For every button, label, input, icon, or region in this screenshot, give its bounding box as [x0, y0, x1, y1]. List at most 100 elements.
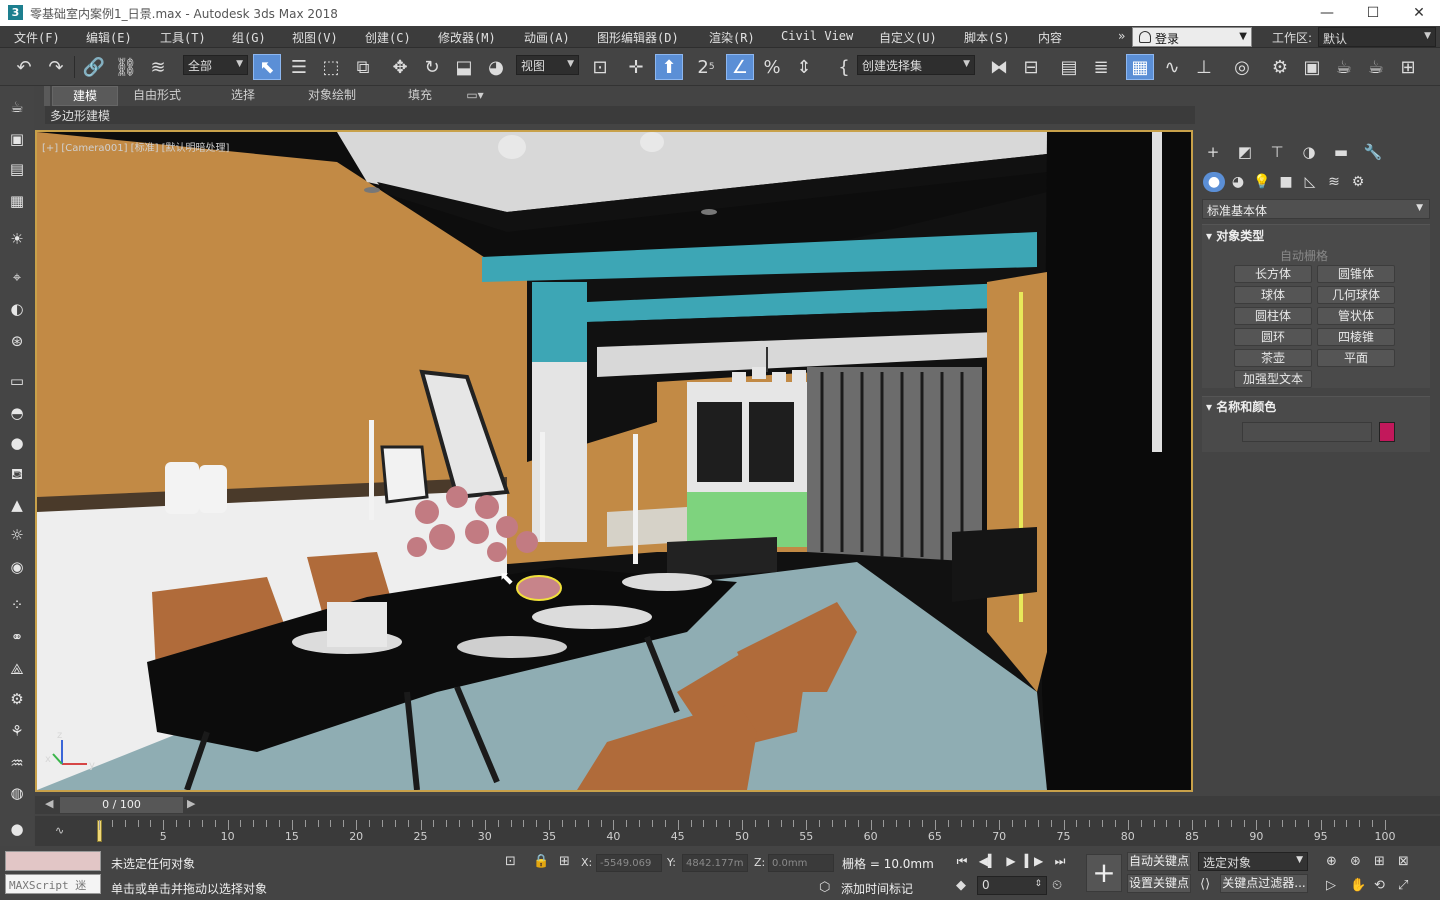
zoom-extents-icon[interactable]: ⊞	[1374, 854, 1385, 869]
mirror-icon[interactable]: ⧓	[985, 54, 1013, 80]
place-icon[interactable]: ◕	[482, 54, 510, 80]
sphere-icon[interactable]: ●	[6, 432, 28, 454]
time-slider-thumb[interactable]: 0 / 100	[60, 797, 183, 813]
align-icon[interactable]: ⊟	[1017, 54, 1045, 80]
menu-scripting[interactable]: 脚本(S)	[964, 29, 1010, 46]
login-dropdown[interactable]: 登录 ▼	[1132, 27, 1252, 47]
menu-modifiers[interactable]: 修改器(M)	[438, 29, 496, 46]
percent-snap-icon[interactable]: %	[758, 54, 786, 80]
maximize-viewport-icon[interactable]: ⤢	[1398, 878, 1408, 893]
material-editor-icon[interactable]: ◎	[1228, 54, 1256, 80]
render-frame-icon[interactable]: ▣	[6, 128, 28, 150]
menu-animation[interactable]: 动画(A)	[524, 29, 570, 46]
render-production-icon[interactable]: ☕	[1330, 54, 1358, 80]
autogrid-checkbox[interactable]: 自动栅格	[1280, 247, 1328, 264]
light-lister-icon[interactable]: ☀	[6, 228, 28, 250]
sphere-button[interactable]: 球体	[1234, 286, 1312, 304]
cameras-icon[interactable]: ■	[1275, 172, 1297, 192]
time-slider[interactable]: ◀ 0 / 100 ▶	[35, 796, 1440, 814]
add-time-tag-text[interactable]: 添加时间标记	[841, 880, 913, 897]
menu-graph-editors[interactable]: 图形编辑器(D)	[597, 29, 679, 46]
workspace-dropdown[interactable]: 默认 ▼	[1318, 27, 1436, 47]
object-name-input[interactable]	[1242, 422, 1372, 442]
zoom-all-icon[interactable]: ⊛	[1350, 854, 1361, 869]
box-button[interactable]: 长方体	[1234, 265, 1312, 283]
menu-overflow[interactable]: »	[1118, 29, 1125, 43]
plane-icon[interactable]: ▭	[6, 370, 28, 392]
hair-fur-icon[interactable]: ♒	[6, 752, 28, 774]
teapot-primitive-icon[interactable]: ⛾	[6, 464, 28, 486]
minimize-button[interactable]: —	[1304, 0, 1350, 26]
menu-group[interactable]: 组(G)	[232, 29, 266, 46]
plane-button[interactable]: 平面	[1317, 349, 1395, 367]
viewport-sphere-icon[interactable]: ●	[6, 818, 28, 840]
go-to-start-icon[interactable]: ⏮	[952, 854, 972, 870]
named-selection-dropdown[interactable]: 创建选择集 ▼	[857, 55, 975, 75]
helpers-icon[interactable]: ◺	[1299, 172, 1321, 192]
scene-explorer-icon[interactable]: ▤	[1055, 54, 1083, 80]
isolate-selection-icon[interactable]: ⊡	[505, 854, 516, 869]
bones-icon[interactable]: ⚭	[6, 626, 28, 648]
menu-edit[interactable]: 编辑(E)	[86, 29, 132, 46]
reel-icon[interactable]: ◐	[6, 298, 28, 320]
dome-icon[interactable]: ◓	[6, 402, 28, 424]
teapot-icon[interactable]: ☕	[6, 96, 28, 118]
tab-selection[interactable]: 选择	[212, 86, 274, 106]
go-to-end-icon[interactable]: ⏭	[1050, 854, 1070, 870]
time-configuration-icon[interactable]: ⏲	[1052, 878, 1062, 893]
tab-modeling[interactable]: 建模	[52, 86, 118, 106]
time-tag-icon[interactable]: ⬡	[819, 880, 830, 895]
render-iterative-icon[interactable]: ☕	[1362, 54, 1390, 80]
particles-icon[interactable]: ⁘	[6, 594, 28, 616]
geometry-icon[interactable]: ●	[1203, 172, 1225, 192]
menu-create[interactable]: 创建(C)	[365, 29, 411, 46]
hierarchy-tab-icon[interactable]: ⊤	[1266, 142, 1288, 162]
cylinder-button[interactable]: 圆柱体	[1234, 307, 1312, 325]
auto-key-button[interactable]: 自动关键点	[1127, 852, 1191, 871]
link-icon[interactable]: 🔗	[80, 54, 108, 80]
rollout-object-type-title[interactable]: ▾ 对象类型	[1206, 227, 1264, 244]
orbit-icon[interactable]: ⟲	[1374, 878, 1385, 893]
zoom-extents-all-icon[interactable]: ⊠	[1398, 854, 1409, 869]
tube-button[interactable]: 管状体	[1317, 307, 1395, 325]
ribbon-options-icon[interactable]: ▭▾	[460, 86, 490, 106]
film-icon[interactable]: ⊛	[6, 330, 28, 352]
maxscript-listener-output[interactable]	[5, 851, 101, 871]
key-mode-dropdown[interactable]: 选定对象 ▼	[1198, 852, 1308, 871]
utilities-tab-icon[interactable]: 🔧	[1362, 142, 1384, 162]
text-plus-button[interactable]: 加强型文本	[1234, 370, 1312, 388]
grass-icon[interactable]: ⚘	[6, 720, 28, 742]
render-in-cloud-icon[interactable]: ⊞	[1394, 54, 1422, 80]
set-key-button[interactable]: 设置关键点	[1127, 874, 1191, 893]
systems-icon[interactable]: ⚙	[1347, 172, 1369, 192]
space-warps-icon[interactable]: ≋	[1323, 172, 1345, 192]
rect-selection-icon[interactable]: ⬚	[317, 54, 345, 80]
toggle-ribbon-icon[interactable]: ▦	[1126, 54, 1154, 80]
bind-space-warp-icon[interactable]: ≋	[144, 54, 172, 80]
pivot-center-icon[interactable]: ⊡	[586, 54, 614, 80]
previous-frame-icon[interactable]: ◀▍	[978, 854, 998, 870]
tab-populate[interactable]: 填充	[392, 86, 448, 106]
menu-civil-view[interactable]: Civil View	[781, 29, 853, 43]
cone-icon[interactable]: ▲	[6, 494, 28, 516]
play-icon[interactable]: ▶	[1001, 854, 1021, 870]
window-crossing-icon[interactable]: ⧉	[349, 54, 377, 80]
pan-icon[interactable]: ✋	[1350, 878, 1366, 893]
field-of-view-icon[interactable]: ▷	[1326, 878, 1336, 893]
maxscript-listener-input[interactable]: MAXScript 迷	[5, 874, 101, 894]
geosphere-button[interactable]: 几何球体	[1317, 286, 1395, 304]
redo-icon[interactable]: ↷	[42, 54, 70, 80]
rollout-name-color-title[interactable]: ▾ 名称和颜色	[1206, 398, 1276, 415]
object-icon[interactable]: ◍	[6, 782, 28, 804]
motion-tab-icon[interactable]: ◑	[1298, 142, 1320, 162]
category-dropdown[interactable]: 标准基本体 ▼	[1202, 199, 1430, 219]
camera-viewport[interactable]: [+] [Camera001] [标准] [默认明暗处理] y z x ⬉	[35, 130, 1193, 792]
lights-icon[interactable]: 💡	[1251, 172, 1273, 192]
gear-icon[interactable]: ⚙	[6, 688, 28, 710]
menu-views[interactable]: 视图(V)	[292, 29, 338, 46]
menu-content[interactable]: 内容	[1038, 29, 1062, 46]
select-by-name-icon[interactable]: ☰	[285, 54, 313, 80]
key-filter-icon[interactable]: ⟨⟩	[1200, 877, 1210, 892]
track-bar[interactable]: ∿ 5 10 15 20 25 30 35 40 45 50 55 60 65 70 75 80 85 90 95 1…	[35, 816, 1440, 846]
create-tab-icon[interactable]: +	[1202, 142, 1224, 162]
